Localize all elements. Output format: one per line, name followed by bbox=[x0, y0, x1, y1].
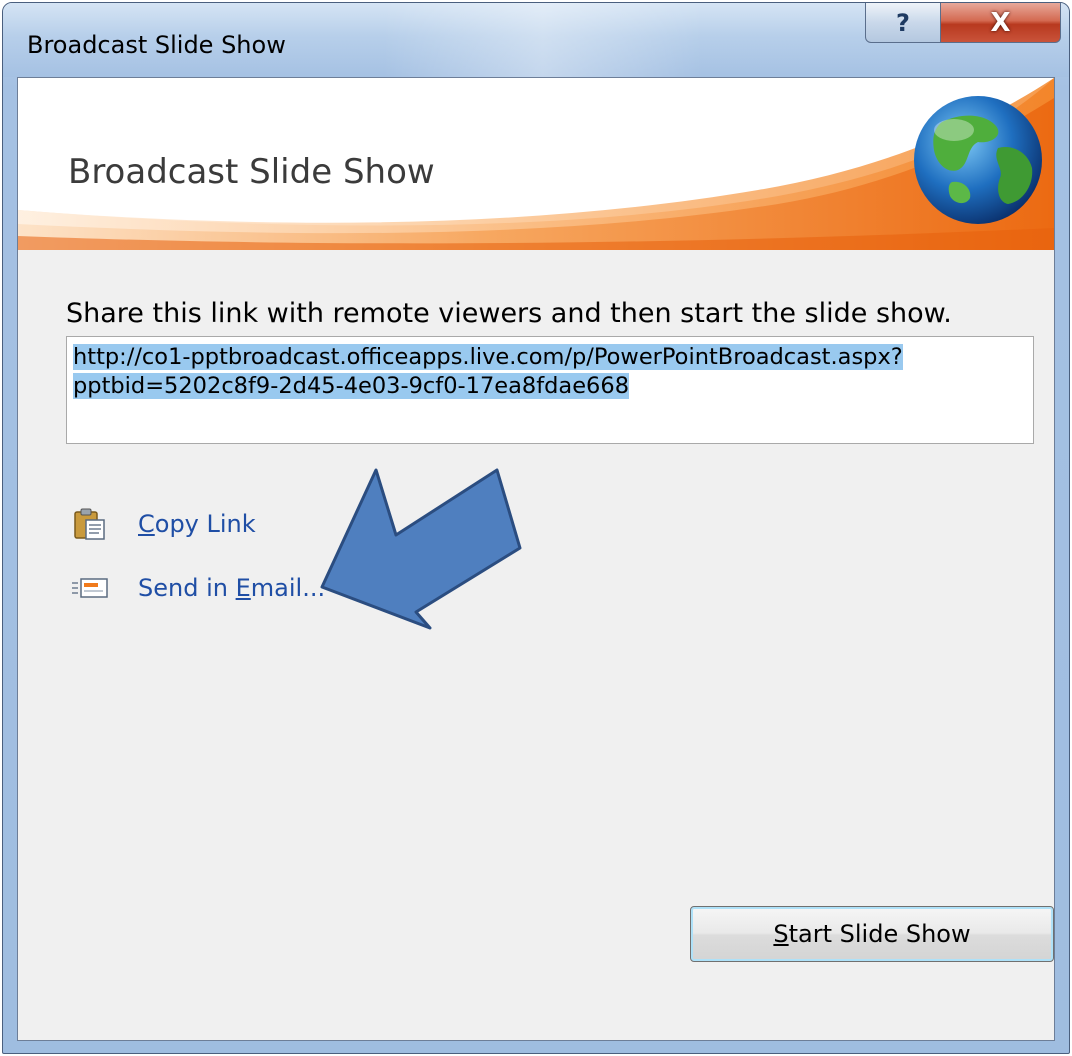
broadcast-link-field[interactable]: http://co1-pptbroadcast.officeapps.live.… bbox=[66, 336, 1034, 444]
link-line-2: pptbid=5202c8f9-2d45-4e03-9cf0-17ea8fdae… bbox=[73, 373, 630, 399]
close-button[interactable]: X bbox=[941, 3, 1061, 43]
copy-link-label[interactable]: Copy Link bbox=[138, 510, 256, 538]
help-button[interactable]: ? bbox=[865, 3, 941, 43]
dialog-body: Broadcast Slide Show Share this link wit… bbox=[17, 77, 1055, 1041]
clipboard-icon bbox=[70, 504, 110, 544]
window-title: Broadcast Slide Show bbox=[27, 31, 286, 59]
broadcast-link-text[interactable]: http://co1-pptbroadcast.officeapps.live.… bbox=[73, 343, 1027, 401]
help-icon: ? bbox=[896, 8, 910, 37]
close-icon: X bbox=[990, 7, 1011, 38]
link-line-1: http://co1-pptbroadcast.officeapps.live.… bbox=[73, 344, 903, 370]
email-icon bbox=[70, 568, 110, 608]
header-banner: Broadcast Slide Show bbox=[18, 78, 1054, 250]
banner-title: Broadcast Slide Show bbox=[68, 152, 435, 192]
send-email-action[interactable]: Send in Email... bbox=[70, 568, 325, 608]
send-email-label[interactable]: Send in Email... bbox=[138, 574, 325, 602]
copy-link-action[interactable]: Copy Link bbox=[70, 504, 256, 544]
globe-icon bbox=[914, 96, 1042, 224]
start-slide-show-button[interactable]: Start Slide Show bbox=[690, 906, 1054, 962]
caption-buttons: ? X bbox=[865, 3, 1061, 43]
instruction-text: Share this link with remote viewers and … bbox=[66, 298, 952, 329]
broadcast-dialog-window: Broadcast Slide Show ? X Broadcast Slide… bbox=[2, 2, 1070, 1054]
